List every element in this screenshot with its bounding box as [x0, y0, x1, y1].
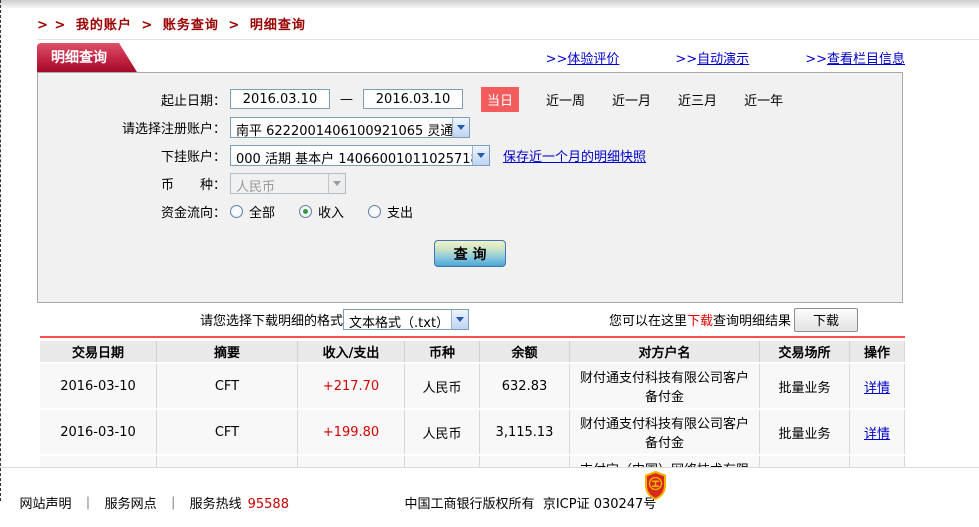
header-date: 交易日期	[40, 341, 157, 362]
radio-icon[interactable]	[368, 205, 381, 218]
cell-action: 详情	[850, 364, 905, 408]
header-amount: 收入/支出	[298, 341, 405, 362]
table-row: 2016-03-10 CFT +217.70 人民币 632.83 财付通支付科…	[40, 364, 905, 408]
range-last-week[interactable]: 近一周	[546, 90, 585, 109]
breadcrumb-item-my-account[interactable]: 我的账户	[76, 18, 132, 33]
header-counterparty: 对方户名	[570, 341, 760, 362]
download-hint-group: 您可以在这里下载查询明细结果 下载	[609, 308, 858, 332]
footer-links: 网站声明｜服务网点｜服务热线95588	[3, 478, 289, 527]
table-header-row: 交易日期 摘要 收入/支出 币种 余额 对方户名 交易场所 操作	[40, 341, 905, 362]
cell-summary: CFT	[157, 410, 298, 454]
date-separator: —	[340, 92, 353, 107]
footer-hotline-number: 95588	[248, 497, 289, 512]
cell-balance: 3,115.13	[480, 410, 570, 454]
link-experience-rating[interactable]: >>体验评价	[546, 48, 620, 67]
footer: 网站声明｜服务网点｜服务热线95588 中国工商银行版权所有 京ICP证 030…	[0, 467, 979, 501]
cell-balance: 632.83	[480, 364, 570, 408]
query-button[interactable]: 查 询	[434, 240, 506, 267]
cell-date: 2016-03-10	[40, 364, 157, 408]
tab-bar: 明细查询 >>体验评价 >>自动演示 >>查看栏目信息	[37, 47, 905, 72]
page-left-dashed-border	[0, 0, 1, 501]
range-last-year[interactable]: 近一年	[744, 90, 783, 109]
cell-place: 批量业务	[760, 410, 850, 454]
download-button[interactable]: 下载	[794, 308, 858, 332]
download-hint-before: 您可以在这里	[609, 310, 687, 329]
sub-account-select[interactable]: 000 活期 基本户 1406600101102571848	[230, 145, 490, 166]
download-format-select[interactable]: 文本格式（.txt）	[343, 309, 469, 330]
date-range-label: 起止日期：	[38, 90, 226, 109]
cell-currency: 人民币	[405, 364, 480, 408]
download-hint-after: 查询明细结果	[713, 310, 791, 329]
radio-selected-icon[interactable]	[299, 205, 312, 218]
range-last-month[interactable]: 近一月	[612, 90, 651, 109]
cell-counterparty: 财付通支付科技有限公司客户备付金	[570, 364, 760, 408]
sub-account-label: 下挂账户：	[38, 146, 226, 165]
header-balance: 余额	[480, 341, 570, 362]
footer-link-service-outlets[interactable]: 服务网点	[105, 497, 157, 512]
cell-amount: +217.70	[298, 364, 405, 408]
query-button-row: 查 询	[38, 240, 902, 267]
footer-icp: 京ICP证 030247号	[543, 497, 657, 512]
cell-place: 批量业务	[760, 364, 850, 408]
header-action: 操作	[850, 341, 905, 362]
date-from-input[interactable]	[230, 89, 330, 109]
breadcrumb-separator: >	[228, 18, 240, 33]
security-seal-icon[interactable]	[644, 471, 667, 504]
cell-counterparty: 财付通支付科技有限公司客户备付金	[570, 410, 760, 454]
detail-link[interactable]: 详情	[864, 381, 890, 396]
range-last-3-months[interactable]: 近三月	[678, 90, 717, 109]
cell-summary: CFT	[157, 364, 298, 408]
breadcrumb-prefix: > >	[37, 18, 66, 33]
breadcrumb-divider	[37, 39, 979, 40]
cell-currency: 人民币	[405, 410, 480, 454]
cell-amount: +199.80	[298, 410, 405, 454]
radio-all[interactable]: 全部	[230, 202, 275, 221]
link-view-column-info[interactable]: >>查看栏目信息	[805, 48, 905, 67]
table-row: 2016-03-10 CFT +199.80 人民币 3,115.13 财付通支…	[40, 410, 905, 454]
radio-expense[interactable]: 支出	[368, 202, 413, 221]
fund-flow-label: 资金流向：	[38, 202, 226, 221]
top-gradient-strip	[0, 0, 979, 8]
register-account-row: 请选择注册账户： 南平 6222001406100921065 灵通卡	[38, 116, 902, 138]
cell-action: 详情	[850, 410, 905, 454]
detail-link[interactable]: 详情	[864, 427, 890, 442]
link-auto-demo[interactable]: >>自动演示	[675, 48, 749, 67]
chevron-down-icon[interactable]	[452, 118, 469, 137]
breadcrumb: > > 我的账户 > 账务查询 > 明细查询	[37, 14, 979, 33]
today-button[interactable]: 当日	[481, 87, 519, 112]
chevron-down-icon[interactable]	[451, 310, 468, 329]
snapshot-link[interactable]: 保存近一个月的明细快照	[503, 146, 646, 165]
header-summary: 摘要	[157, 341, 298, 362]
currency-select: 人民币	[230, 173, 346, 194]
currency-row: 币 种： 人民币	[38, 172, 902, 194]
red-divider	[40, 336, 905, 338]
cell-date: 2016-03-10	[40, 410, 157, 454]
register-account-select[interactable]: 南平 6222001406100921065 灵通卡	[230, 117, 470, 138]
radio-icon[interactable]	[230, 205, 243, 218]
download-row: 请您选择下载明细的格式 文本格式（.txt） 您可以在这里下载查询明细结果 下载	[37, 303, 903, 336]
breadcrumb-item-account-query[interactable]: 账务查询	[163, 18, 219, 33]
query-form-panel: 起止日期： — 当日 近一周 近一月 近三月 近一年 请选择注册账户： 南平 6…	[37, 72, 903, 303]
register-account-label: 请选择注册账户：	[38, 118, 226, 137]
date-to-input[interactable]	[363, 89, 463, 109]
radio-income[interactable]: 收入	[299, 202, 344, 221]
breadcrumb-separator: >	[141, 18, 153, 33]
download-format-label: 请您选择下载明细的格式	[200, 310, 343, 329]
fund-flow-row: 资金流向： 全部 收入 支出	[38, 200, 902, 222]
tab-detail-query[interactable]: 明细查询	[37, 43, 137, 72]
footer-link-site-statement[interactable]: 网站声明	[20, 497, 72, 512]
date-range-row: 起止日期： — 当日 近一周 近一月 近三月 近一年	[38, 88, 902, 110]
download-text-link[interactable]: 下载	[687, 310, 713, 329]
sub-account-row: 下挂账户： 000 活期 基本户 1406600101102571848 保存近…	[38, 144, 902, 166]
top-links: >>体验评价 >>自动演示 >>查看栏目信息	[546, 48, 905, 72]
chevron-down-icon	[328, 174, 345, 193]
currency-label: 币 种：	[38, 174, 226, 193]
breadcrumb-item-detail-query[interactable]: 明细查询	[250, 18, 306, 33]
header-currency: 币种	[405, 341, 480, 362]
footer-copyright: 中国工商银行版权所有 京ICP证 030247号	[388, 478, 656, 527]
header-place: 交易场所	[760, 341, 850, 362]
chevron-down-icon[interactable]	[472, 146, 489, 165]
footer-hotline-label: 服务热线	[190, 497, 242, 512]
